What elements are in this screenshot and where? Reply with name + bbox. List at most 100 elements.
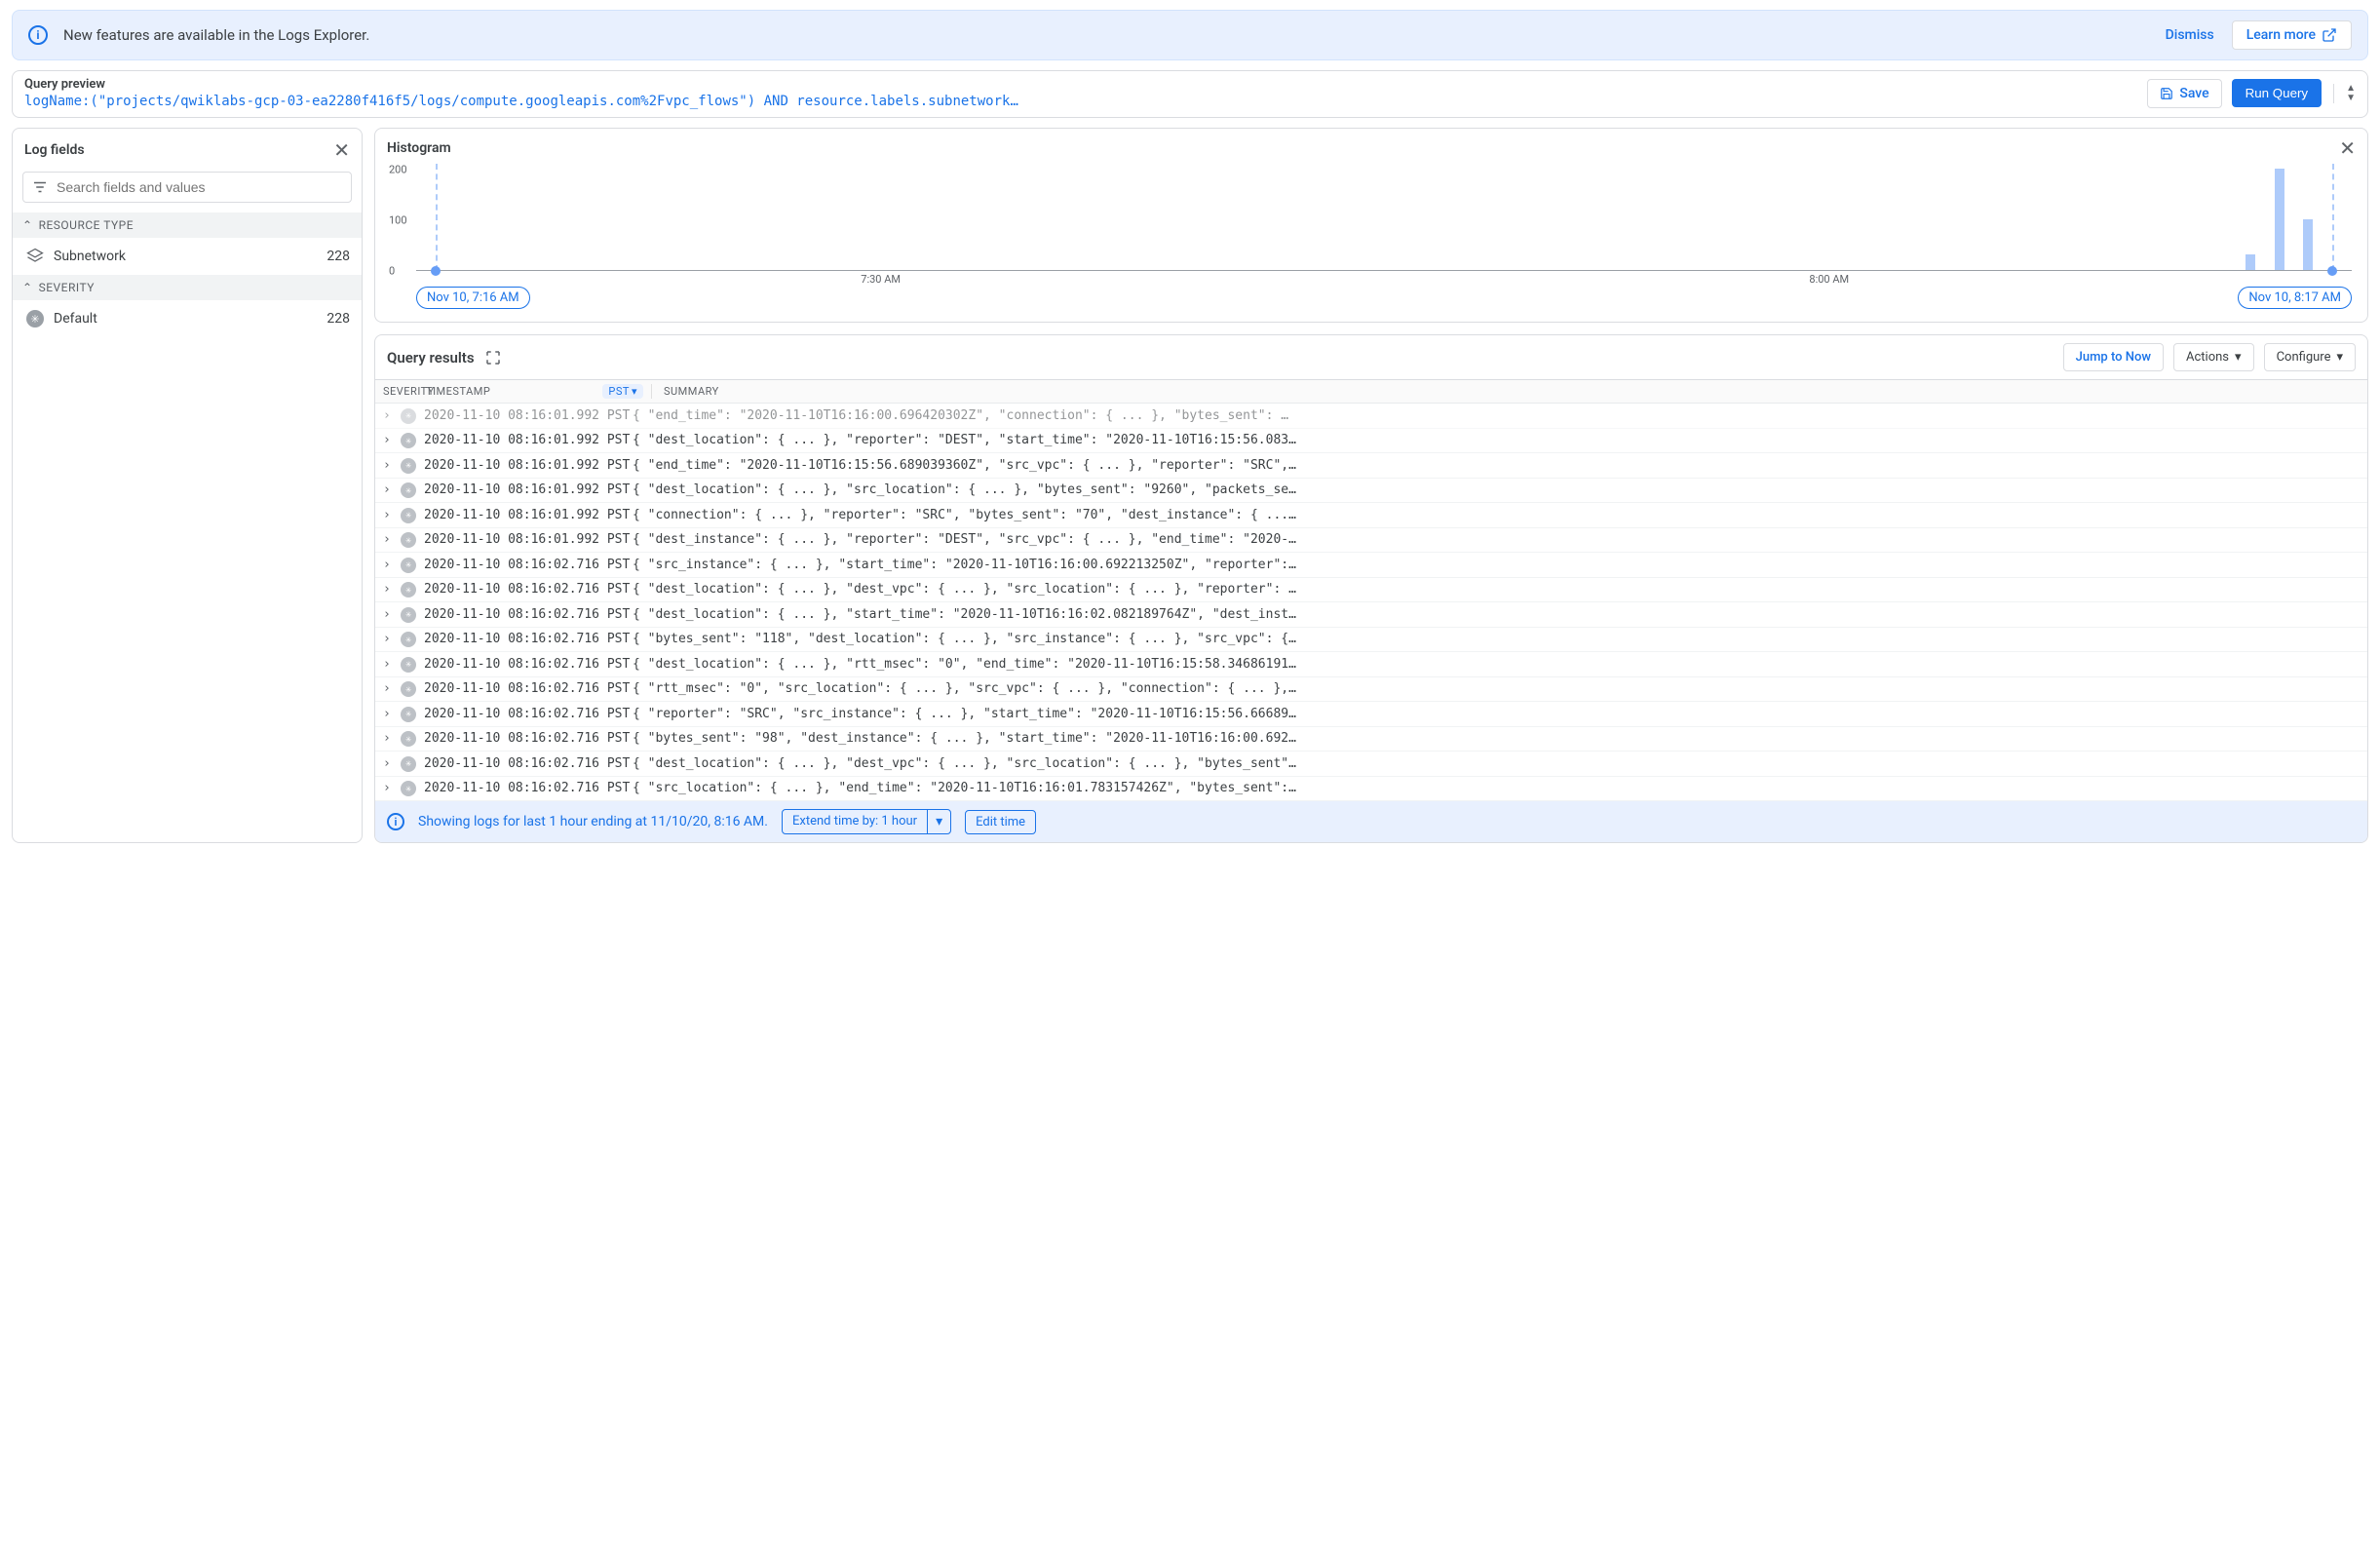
log-timestamp: 2020-11-10 08:16:02.716 PST — [424, 582, 633, 597]
chevron-down-icon[interactable]: ▾ — [927, 810, 950, 833]
field-count: 228 — [326, 311, 350, 327]
log-summary: "bytes_sent": "98", "dest_instance": { .… — [633, 731, 2360, 746]
fields-search-input[interactable] — [57, 179, 343, 195]
range-end-pill[interactable]: Nov 10, 8:17 AM — [2238, 287, 2352, 309]
section-label: RESOURCE TYPE — [39, 218, 134, 232]
dismiss-button[interactable]: Dismiss — [2166, 27, 2214, 43]
log-row[interactable]: ›✳ 2020-11-10 08:16:02.716 PST"bytes_sent… — [375, 727, 2367, 752]
expand-icon[interactable]: › — [383, 657, 401, 672]
log-row[interactable]: ›✳2020-11-10 08:16:02.716 PST"src_instan… — [375, 553, 2367, 578]
log-summary: "src_instance": { ... }, "start_time": "… — [633, 558, 2360, 572]
query-preview-text: logName:("projects/qwiklabs-gcp-03-ea228… — [24, 94, 2137, 109]
severity-icon: ✳ — [401, 706, 418, 722]
expand-icon[interactable]: › — [383, 482, 401, 497]
field-row-subnetwork[interactable]: Subnetwork 228 — [13, 238, 362, 275]
results-footer: i Showing logs for last 1 hour ending at… — [375, 801, 2367, 842]
histogram-bar[interactable] — [2303, 219, 2313, 270]
log-row[interactable]: ›✳2020-11-10 08:16:01.992 PST"end_time":… — [375, 404, 2367, 429]
edit-time-button[interactable]: Edit time — [965, 810, 1036, 834]
log-row[interactable]: ›✳2020-11-10 08:16:02.716 PST"dest_locat… — [375, 652, 2367, 677]
actions-button[interactable]: Actions▾ — [2173, 343, 2254, 371]
expand-icon[interactable]: › — [383, 508, 401, 522]
severity-icon: ✳ — [401, 731, 418, 748]
log-rows[interactable]: ›✳2020-11-10 08:16:01.992 PST"end_time":… — [375, 404, 2367, 801]
log-summary: "dest_location": { ... }, "dest_vpc": { … — [633, 582, 2360, 597]
log-fields-panel: Log fields ✕ ⌃ RESOURCE TYPE Subnetwork … — [12, 128, 363, 843]
log-row[interactable]: ›✳2020-11-10 08:16:02.716 PST"rtt_msec":… — [375, 677, 2367, 703]
extend-time-button[interactable]: Extend time by: 1 hour ▾ — [782, 809, 951, 834]
save-button[interactable]: Save — [2147, 79, 2221, 108]
log-row[interactable]: ›✳2020-11-10 08:16:02.716 PST"reporter":… — [375, 702, 2367, 727]
log-row[interactable]: ›✳2020-11-10 08:16:02.716 PST"dest_locat… — [375, 602, 2367, 628]
section-resource-type[interactable]: ⌃ RESOURCE TYPE — [13, 212, 362, 238]
log-timestamp: 2020-11-10 08:16:02.716 PST — [424, 731, 633, 746]
close-icon[interactable]: ✕ — [333, 138, 350, 162]
expand-icon[interactable]: › — [383, 607, 401, 622]
log-summary: "dest_location": { ... }, "dest_vpc": { … — [633, 756, 2360, 771]
log-timestamp: 2020-11-10 08:16:02.716 PST — [424, 681, 633, 696]
query-stepper[interactable]: ▲ ▼ — [2333, 84, 2356, 103]
chevron-up-icon[interactable]: ▲ — [2346, 84, 2356, 94]
chevron-down-icon: ▾ — [2336, 350, 2343, 365]
expand-icon[interactable]: › — [383, 707, 401, 721]
log-timestamp: 2020-11-10 08:16:02.716 PST — [424, 657, 633, 672]
expand-icon[interactable]: › — [383, 582, 401, 597]
chevron-up-icon: ⌃ — [22, 218, 33, 232]
ytick: 200 — [389, 164, 407, 176]
jump-to-now-button[interactable]: Jump to Now — [2063, 343, 2164, 371]
log-row[interactable]: ›✳2020-11-10 08:16:01.992 PST"dest_insta… — [375, 528, 2367, 554]
log-timestamp: 2020-11-10 08:16:01.992 PST — [424, 433, 633, 447]
expand-icon[interactable]: › — [383, 433, 401, 447]
expand-icon[interactable]: › — [383, 681, 401, 696]
histogram-chart[interactable]: 0100200 — [416, 164, 2352, 271]
range-start-pill[interactable]: Nov 10, 7:16 AM — [416, 287, 530, 309]
log-summary: "rtt_msec": "0", "src_location": { ... }… — [633, 681, 2360, 696]
log-row[interactable]: ›✳2020-11-10 08:16:01.992 PST"connection… — [375, 503, 2367, 528]
histogram-range-pills: Nov 10, 7:16 AM Nov 10, 8:17 AM — [416, 287, 2352, 312]
ytick: 0 — [389, 265, 395, 278]
feature-banner: i New features are available in the Logs… — [12, 10, 2368, 60]
timezone-chip[interactable]: PST▾ — [602, 384, 643, 399]
field-row-default[interactable]: ✳ Default 228 — [13, 300, 362, 337]
log-fields-title: Log fields — [24, 142, 85, 158]
expand-icon[interactable]: › — [383, 781, 401, 795]
log-timestamp: 2020-11-10 08:16:02.716 PST — [424, 607, 633, 622]
results-title: Query results — [387, 349, 475, 366]
log-row[interactable]: ›✳2020-11-10 08:16:02.716 PST"dest_locat… — [375, 578, 2367, 603]
log-timestamp: 2020-11-10 08:16:02.716 PST — [424, 558, 633, 572]
section-severity[interactable]: ⌃ SEVERITY — [13, 275, 362, 300]
expand-icon[interactable]: › — [383, 458, 401, 473]
expand-icon[interactable]: › — [383, 408, 401, 423]
log-timestamp: 2020-11-10 08:16:02.716 PST — [424, 632, 633, 646]
fullscreen-icon[interactable] — [484, 349, 502, 366]
query-preview[interactable]: Query preview logName:("projects/qwiklab… — [24, 77, 2137, 109]
expand-icon[interactable]: › — [383, 558, 401, 572]
log-row[interactable]: ›✳2020-11-10 08:16:01.992 PST"end_time":… — [375, 453, 2367, 479]
close-icon[interactable]: ✕ — [2339, 136, 2356, 160]
log-row[interactable]: ›✳2020-11-10 08:16:01.992 PST"dest_locat… — [375, 479, 2367, 504]
fields-search-box[interactable] — [22, 172, 352, 203]
log-row[interactable]: ›✳2020-11-10 08:16:02.716 PST"src_locati… — [375, 777, 2367, 802]
col-timestamp: TIMESTAMP PST▾ — [426, 384, 652, 399]
histogram-bar[interactable] — [2246, 254, 2255, 270]
info-icon: i — [387, 813, 404, 830]
log-summary: "dest_location": { ... }, "src_location"… — [633, 482, 2360, 497]
results-column-header: SEVERITY TIMESTAMP PST▾ SUMMARY — [375, 379, 2367, 404]
expand-icon[interactable]: › — [383, 532, 401, 547]
chevron-down-icon[interactable]: ▼ — [2346, 94, 2356, 103]
log-timestamp: 2020-11-10 08:16:02.716 PST — [424, 781, 633, 795]
learn-more-button[interactable]: Learn more — [2232, 20, 2352, 50]
section-label: SEVERITY — [39, 281, 95, 294]
run-query-button[interactable]: Run Query — [2232, 79, 2322, 107]
col-severity: SEVERITY — [383, 385, 426, 398]
log-row[interactable]: ›✳2020-11-10 08:16:01.992 PST"dest_locat… — [375, 429, 2367, 454]
log-timestamp: 2020-11-10 08:16:01.992 PST — [424, 532, 633, 547]
log-row[interactable]: ›✳2020-11-10 08:16:02.716 PST"bytes_sent… — [375, 628, 2367, 653]
expand-icon[interactable]: › — [383, 731, 401, 746]
log-row[interactable]: ›✳2020-11-10 08:16:02.716 PST"dest_locat… — [375, 752, 2367, 777]
histogram-bar[interactable] — [2275, 169, 2284, 270]
extend-time-label[interactable]: Extend time by: 1 hour — [783, 810, 927, 833]
expand-icon[interactable]: › — [383, 632, 401, 646]
expand-icon[interactable]: › — [383, 756, 401, 771]
configure-button[interactable]: Configure▾ — [2264, 343, 2356, 371]
